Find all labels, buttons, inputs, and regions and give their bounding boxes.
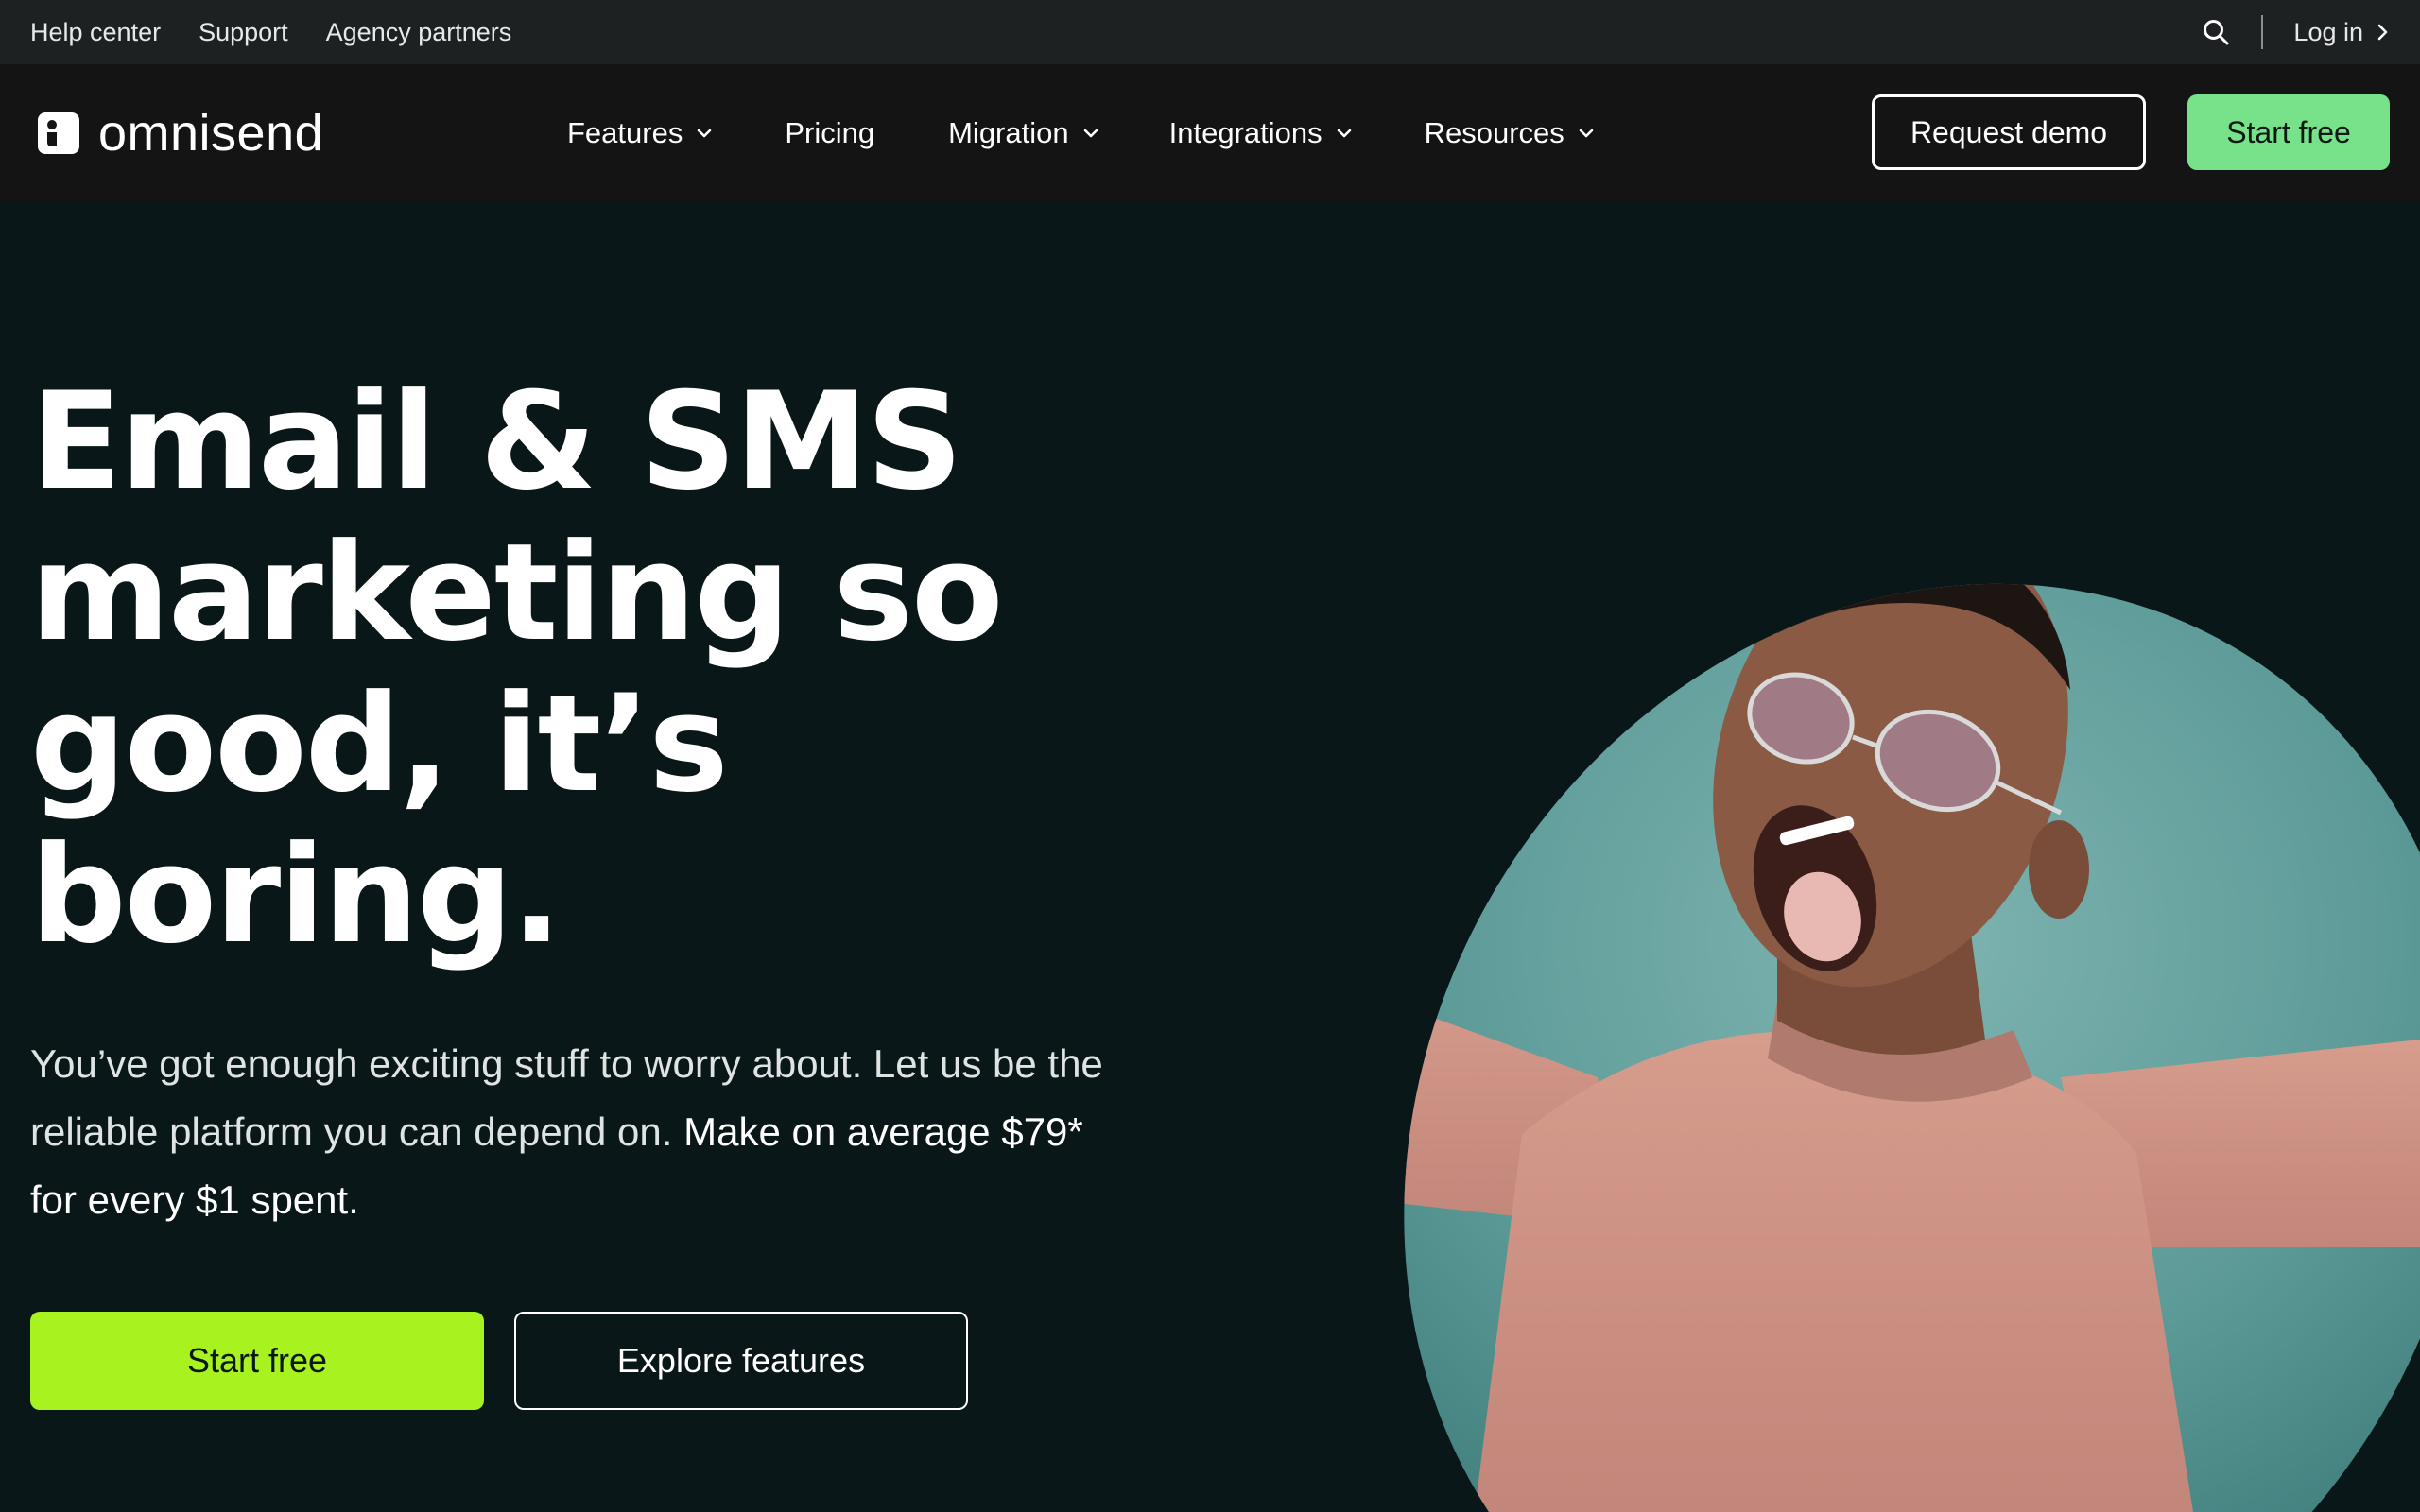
hero-title-line: marketing so	[30, 515, 1004, 671]
omnisend-logo-icon	[38, 112, 79, 154]
help-center-link[interactable]: Help center	[30, 18, 161, 47]
omnisend-logo[interactable]: omnisend	[38, 104, 323, 163]
nav-item-pricing[interactable]: Pricing	[785, 116, 874, 150]
utility-links: Help center Support Agency partners	[30, 18, 511, 47]
search-icon	[2204, 20, 2229, 45]
start-free-nav-button[interactable]: Start free	[2187, 94, 2390, 170]
hero-cta-group: Start free Explore features	[30, 1312, 968, 1410]
hero-person-illustration	[1286, 472, 2420, 1512]
chevron-down-icon	[1579, 129, 1594, 138]
hero-title-line: good, it’s	[30, 666, 729, 822]
nav-item-label: Migration	[948, 116, 1069, 149]
login-label: Log in	[2293, 17, 2363, 46]
nav-cta-group: Request demo Start free	[1872, 94, 2390, 170]
utility-right: Log in	[2195, 11, 2390, 53]
explore-features-button[interactable]: Explore features	[514, 1312, 968, 1410]
request-demo-button[interactable]: Request demo	[1872, 94, 2146, 170]
hero-title-line: Email & SMS	[30, 364, 963, 520]
utility-bar: Help center Support Agency partners Log …	[0, 0, 2420, 64]
utility-divider	[2261, 15, 2264, 49]
nav-item-label: Resources	[1424, 116, 1564, 149]
nav-item-label: Integrations	[1168, 116, 1322, 149]
login-link[interactable]: Log in	[2293, 18, 2390, 47]
hero-image	[1286, 472, 2420, 1512]
search-button[interactable]	[2195, 11, 2237, 53]
start-free-hero-button[interactable]: Start free	[30, 1312, 484, 1410]
nav-item-features[interactable]: Features	[567, 116, 713, 150]
nav-item-migration[interactable]: Migration	[948, 116, 1099, 150]
hero-title: Email & SMS marketing so good, it’s bori…	[30, 367, 1127, 971]
hero-title-line: boring.	[30, 817, 562, 973]
nav-item-resources[interactable]: Resources	[1425, 116, 1595, 150]
chevron-right-icon	[2377, 24, 2388, 41]
support-link[interactable]: Support	[199, 18, 288, 47]
chevron-down-icon	[1337, 129, 1351, 138]
main-nav: omnisend Features Pricing Migration Inte…	[0, 64, 2420, 202]
nav-item-label: Pricing	[785, 116, 875, 149]
chevron-down-icon	[1083, 129, 1098, 138]
logo-text: omnisend	[98, 105, 324, 162]
agency-partners-link[interactable]: Agency partners	[326, 18, 512, 47]
nav-items: Features Pricing Migration Integrations …	[567, 64, 1595, 202]
hero-subtitle: You’ve got enough exciting stuff to worr…	[30, 1030, 1136, 1234]
nav-item-integrations[interactable]: Integrations	[1169, 116, 1353, 150]
nav-item-label: Features	[567, 116, 683, 149]
chevron-down-icon	[698, 129, 712, 138]
